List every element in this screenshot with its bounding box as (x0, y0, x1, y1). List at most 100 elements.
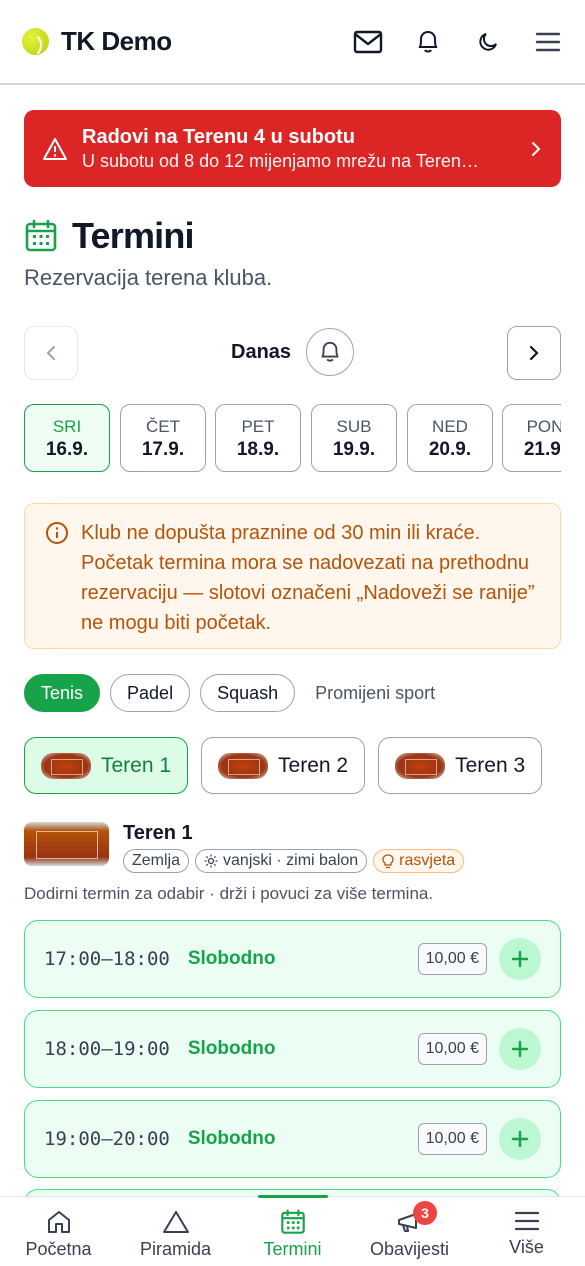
banner-text: Radovi na Terenu 4 u subotu U subotu od … (82, 126, 529, 172)
nav-item-termini[interactable]: Termini (234, 1197, 351, 1266)
lighting-tag: rasvjeta (373, 849, 465, 873)
sport-selector: Tenis Padel Squash Promijeni sport (24, 674, 435, 712)
day-date: 17.9. (141, 439, 185, 460)
booking-rules-notice: Klub ne dopušta praznine od 30 min ili k… (24, 503, 561, 649)
court-thumbnail (41, 752, 91, 779)
sport-chip-tenis[interactable]: Tenis (24, 674, 101, 712)
add-slot-button[interactable] (499, 1118, 541, 1160)
day-date: 19.9. (332, 439, 376, 460)
sun-icon (204, 854, 218, 868)
court-tab-1[interactable]: Teren 1 (24, 737, 189, 794)
chevron-right-icon (529, 345, 539, 361)
today-label[interactable]: Danas (231, 341, 291, 364)
tag-label: rasvjeta (399, 852, 456, 869)
day-name: SRI (52, 417, 82, 436)
court-detail: Teren 1 Zemlja vanjski · zimi balon rasv… (24, 822, 470, 873)
sport-chip-squash[interactable]: Squash (200, 674, 296, 712)
time-slot[interactable]: 17:00–18:00 Slobodno 10,00 € (24, 920, 561, 998)
page-title-row: Termini (24, 215, 195, 257)
tennis-ball-logo-icon (22, 28, 49, 55)
day-chip-sri[interactable]: SRI 16.9. (24, 404, 110, 472)
court-tags: Zemlja vanjski · zimi balon rasvjeta (123, 849, 470, 873)
nav-item-obavijesti[interactable]: 3 Obavijesti (351, 1197, 468, 1266)
menu-icon[interactable] (533, 27, 563, 57)
calendar-icon (280, 1209, 305, 1234)
court-tab-3[interactable]: Teren 3 (378, 737, 543, 794)
court-label: Teren 3 (455, 753, 526, 777)
chevron-right-icon (532, 141, 541, 156)
slot-status: Slobodno (187, 1128, 276, 1149)
add-slot-button[interactable] (499, 1028, 541, 1070)
day-name: PET (241, 417, 275, 436)
slot-price: 10,00 € (417, 1033, 487, 1065)
add-slot-button[interactable] (499, 938, 541, 980)
notice-text: Klub ne dopušta praznine od 30 min ili k… (81, 522, 535, 634)
plus-icon (511, 950, 529, 968)
previous-day-button[interactable] (24, 326, 78, 380)
nav-item-piramida[interactable]: Piramida (117, 1197, 234, 1266)
plus-icon (511, 1130, 529, 1148)
day-name: NED (432, 417, 468, 436)
next-day-button[interactable] (507, 326, 561, 380)
time-slot[interactable]: 19:00–20:00 Slobodno 10,00 € (24, 1100, 561, 1178)
slot-status: Slobodno (187, 948, 276, 969)
nav-item-vise[interactable]: Više (468, 1197, 585, 1266)
moon-icon[interactable] (473, 27, 503, 57)
bell-icon[interactable] (413, 27, 443, 57)
day-date: 18.9. (236, 439, 280, 460)
bottom-navigation: Početna Piramida Termini 3 Obavijesti Vi… (0, 1196, 585, 1266)
court-name: Teren 1 (123, 822, 193, 844)
slot-price: 10,00 € (417, 1123, 487, 1155)
nav-label: Obavijesti (369, 1239, 450, 1259)
nav-label: Termini (263, 1239, 322, 1259)
info-icon (46, 522, 68, 544)
court-label: Teren 1 (101, 753, 172, 777)
nav-label: Početna (25, 1239, 92, 1259)
day-selector: SRI 16.9. ČET 17.9. PET 18.9. SUB 19.9. … (24, 404, 561, 474)
announcement-banner[interactable]: Radovi na Terenu 4 u subotu U subotu od … (24, 110, 561, 187)
slot-status: Slobodno (187, 1038, 276, 1059)
court-thumbnail (218, 752, 269, 779)
notify-button[interactable] (306, 328, 354, 376)
selection-hint: Dodirni termin za odabir · drži i povuci… (24, 884, 434, 903)
day-chip-ned[interactable]: NED 20.9. (407, 404, 493, 472)
nav-label: Piramida (139, 1239, 212, 1259)
day-chip-pon[interactable]: PON 21.9. (502, 404, 561, 472)
day-date: 16.9. (45, 439, 89, 460)
day-date: 21.9. (523, 439, 561, 460)
header-actions (323, 27, 563, 57)
app-header: TK Demo (0, 0, 585, 85)
court-selector: Teren 1 Teren 2 Teren 3 (24, 737, 555, 794)
court-detail-body: Teren 1 Zemlja vanjski · zimi balon rasv… (123, 822, 470, 873)
plus-icon (511, 1040, 529, 1058)
tag-label: Zemlja (132, 852, 181, 869)
slot-time: 19:00–20:00 (44, 1128, 170, 1150)
surface-tag: Zemlja (123, 849, 190, 873)
mail-icon[interactable] (353, 27, 383, 57)
home-icon (47, 1211, 70, 1233)
menu-icon (514, 1211, 539, 1231)
slot-time: 18:00–19:00 (44, 1038, 170, 1060)
brand-name[interactable]: TK Demo (61, 26, 172, 57)
court-label: Teren 2 (278, 753, 349, 777)
page-subtitle: Rezervacija terena kluba. (24, 265, 273, 290)
change-sport-link[interactable]: Promijeni sport (315, 683, 435, 704)
time-slot[interactable]: 18:00–19:00 Slobodno 10,00 € (24, 1010, 561, 1088)
triangle-icon (162, 1211, 189, 1233)
court-thumbnail (395, 752, 446, 779)
banner-subtitle: U subotu od 8 do 12 mijenjamo mrežu na T… (82, 150, 479, 171)
day-chip-cet[interactable]: ČET 17.9. (120, 404, 206, 472)
sport-chip-padel[interactable]: Padel (110, 674, 191, 712)
court-tab-2[interactable]: Teren 2 (201, 737, 366, 794)
chevron-left-icon (46, 346, 55, 360)
day-chip-pet[interactable]: PET 18.9. (215, 404, 301, 472)
slot-price: 10,00 € (417, 943, 487, 975)
banner-title: Radovi na Terenu 4 u subotu (82, 125, 355, 148)
day-chip-sub[interactable]: SUB 19.9. (311, 404, 397, 472)
bell-icon (321, 341, 339, 362)
calendar-icon (25, 219, 57, 252)
warning-icon (43, 137, 67, 160)
lightbulb-icon (382, 853, 394, 868)
nav-item-pocetna[interactable]: Početna (0, 1197, 117, 1266)
location-tag: vanjski · zimi balon (195, 849, 368, 873)
